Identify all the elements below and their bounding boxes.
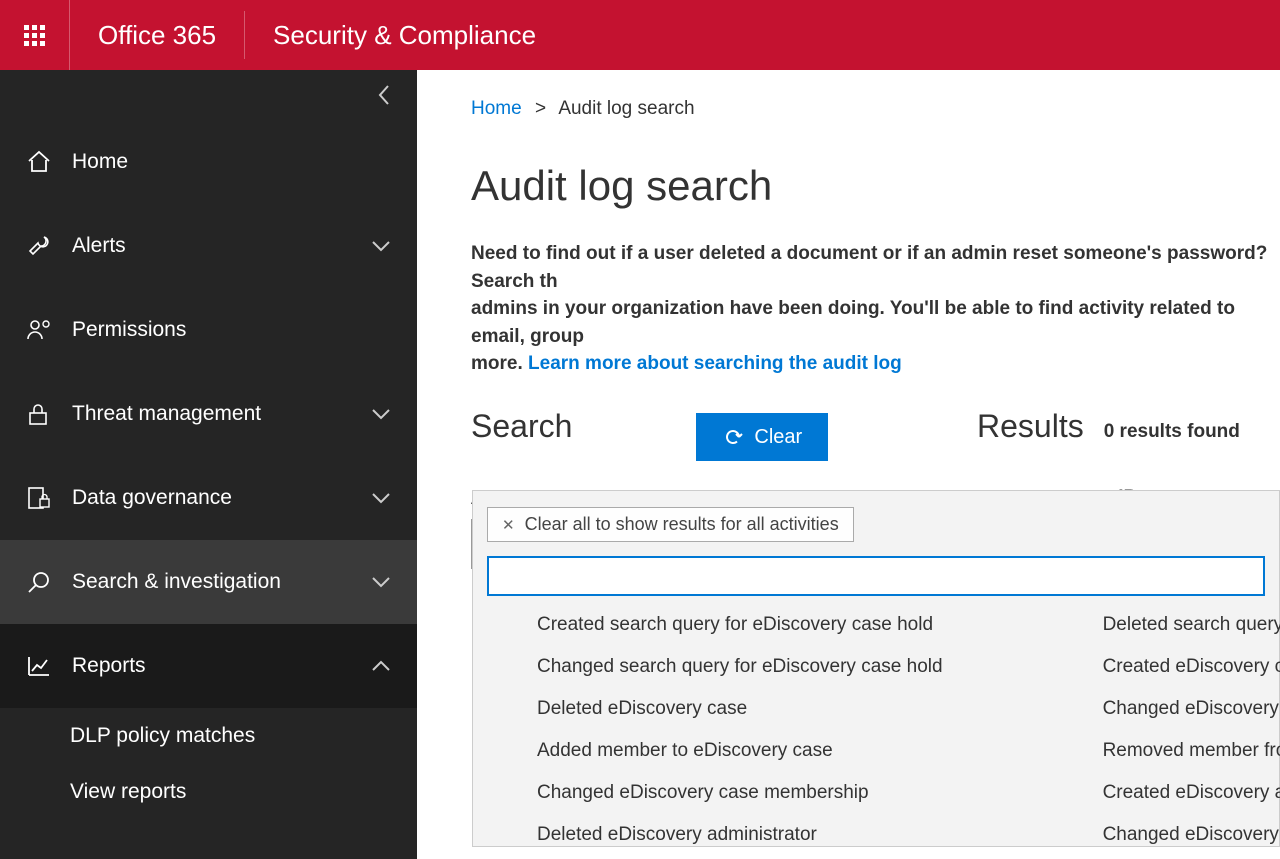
page-title: Audit log search	[471, 162, 1280, 210]
sidebar-item-reports[interactable]: Reports	[0, 624, 417, 708]
lock-icon	[26, 401, 72, 427]
activities-dropdown-panel: ✕ Clear all to show results for all acti…	[472, 490, 1280, 847]
breadcrumb: Home > Audit log search	[471, 98, 1280, 120]
sidebar-item-label: Home	[72, 150, 391, 174]
chart-icon	[26, 653, 72, 679]
top-header: Office 365 Security & Compliance	[0, 0, 1280, 70]
chevron-up-icon	[371, 659, 391, 673]
brand-label[interactable]: Office 365	[70, 11, 245, 59]
sidebar-item-label: Permissions	[72, 318, 391, 342]
dropdown-column-2: Deleted search query f Created eDiscover…	[1103, 614, 1280, 846]
home-icon	[26, 149, 72, 175]
page-description: Need to find out if a user deleted a doc…	[471, 240, 1280, 378]
activities-search-input[interactable]	[487, 556, 1265, 596]
app-launcher-button[interactable]	[0, 0, 70, 70]
waffle-icon	[24, 25, 45, 46]
activity-option[interactable]: Added member to eDiscovery case	[537, 740, 943, 762]
sidebar-item-label: Reports	[72, 654, 371, 678]
activity-option[interactable]: Changed search query for eDiscovery case…	[537, 656, 943, 678]
breadcrumb-home-link[interactable]: Home	[471, 98, 522, 119]
chevron-down-icon	[371, 407, 391, 421]
activity-option[interactable]: Deleted search query f	[1103, 614, 1280, 636]
sidebar-subitem-view-reports[interactable]: View reports	[0, 764, 417, 820]
sidebar-item-data-governance[interactable]: Data governance	[0, 456, 417, 540]
sidebar-subitem-dlp-policy-matches[interactable]: DLP policy matches	[0, 708, 417, 764]
sidebar-item-alerts[interactable]: Alerts	[0, 204, 417, 288]
activity-option[interactable]: Changed eDiscovery a	[1103, 824, 1280, 846]
sidebar-item-threat-management[interactable]: Threat management	[0, 372, 417, 456]
sidebar-item-permissions[interactable]: Permissions	[0, 288, 417, 372]
chevron-down-icon	[371, 575, 391, 589]
app-name-label[interactable]: Security & Compliance	[245, 20, 564, 51]
breadcrumb-separator: >	[535, 98, 546, 119]
activity-option[interactable]: Created search query for eDiscovery case…	[537, 614, 943, 636]
chevron-left-icon	[377, 84, 391, 106]
activity-option[interactable]: Created eDiscovery ca	[1103, 656, 1280, 678]
activity-option[interactable]: Changed eDiscovery c	[1103, 698, 1280, 720]
chevron-down-icon	[371, 239, 391, 253]
sidebar-item-label: Search & investigation	[72, 570, 371, 594]
sidebar-item-label: Data governance	[72, 486, 371, 510]
activity-option[interactable]: Deleted eDiscovery case	[537, 698, 943, 720]
undo-icon	[722, 426, 744, 448]
sidebar-item-label: Threat management	[72, 402, 371, 426]
activity-option[interactable]: Removed member fro	[1103, 740, 1280, 762]
clear-all-activities-chip[interactable]: ✕ Clear all to show results for all acti…	[487, 507, 854, 542]
people-icon	[26, 317, 72, 343]
search-icon	[26, 569, 72, 595]
wrench-icon	[26, 233, 72, 259]
sidebar-collapse-button[interactable]	[377, 84, 391, 106]
activity-option[interactable]: Deleted eDiscovery administrator	[537, 824, 943, 846]
device-lock-icon	[26, 485, 72, 511]
sidebar-item-label: Alerts	[72, 234, 371, 258]
results-heading: Results	[977, 408, 1084, 445]
sidebar-item-search-investigation[interactable]: Search & investigation	[0, 540, 417, 624]
close-icon: ✕	[502, 516, 515, 534]
sidebar-item-home[interactable]: Home	[0, 120, 417, 204]
chevron-down-icon	[371, 491, 391, 505]
breadcrumb-current: Audit log search	[558, 98, 694, 119]
sidebar: Home Alerts Permissions Threat managemen…	[0, 70, 417, 859]
clear-button[interactable]: Clear	[696, 413, 828, 461]
activity-option[interactable]: Created eDiscovery ad	[1103, 782, 1280, 804]
learn-more-link[interactable]: Learn more about searching the audit log	[528, 353, 902, 374]
search-heading: Search	[471, 408, 572, 445]
results-count: 0 results found	[1104, 421, 1240, 443]
dropdown-column-1: Created search query for eDiscovery case…	[537, 614, 943, 846]
activity-option[interactable]: Changed eDiscovery case membership	[537, 782, 943, 804]
